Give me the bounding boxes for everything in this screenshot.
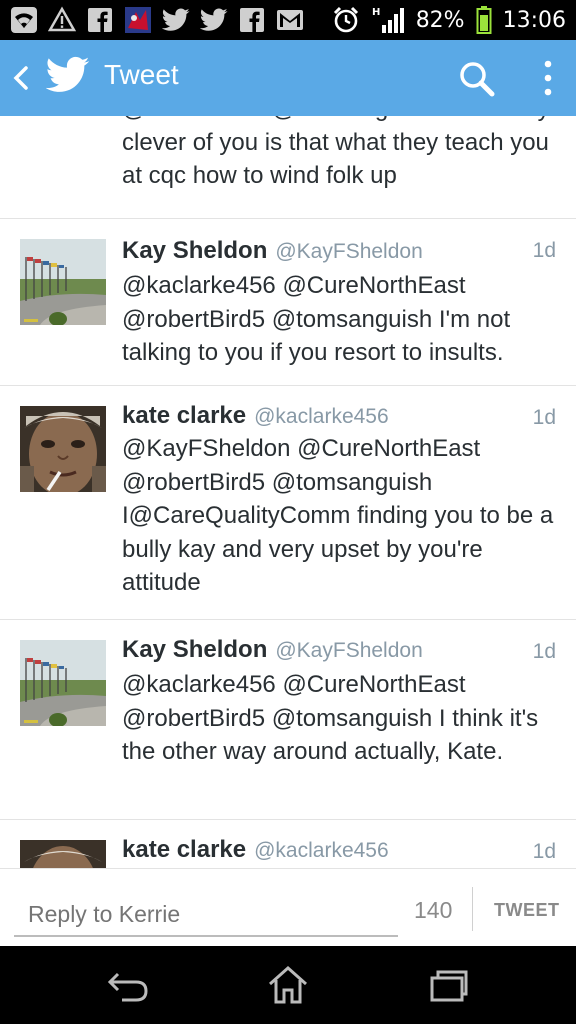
tweet-item[interactable]: Kay Sheldon @KayFSheldon 1d @kaclarke456… xyxy=(0,219,576,386)
facebook-icon xyxy=(238,6,266,34)
reply-input[interactable] xyxy=(14,893,398,937)
twitter-icon xyxy=(200,6,228,34)
system-indicators: H 82% 13:06 xyxy=(332,4,566,36)
tweet-text: @KayFSheldon @CureNorthEast @robertBird5… xyxy=(122,435,554,596)
back-chevron-icon[interactable] xyxy=(8,60,36,96)
author-handle[interactable]: @kaclarke456 xyxy=(254,405,389,429)
tweet-item[interactable]: Kay Sheldon @KayFSheldon 1d @kaclarke456… xyxy=(0,620,576,820)
twitter-icon xyxy=(162,6,190,34)
tweet-header: kate clarke @kaclarke456 xyxy=(122,836,389,864)
navigation-bar xyxy=(0,946,576,1024)
tweet-item[interactable]: kate clarke @kaclarke456 1d xyxy=(0,820,576,868)
tweet-header: Kay Sheldon @KayFSheldon xyxy=(122,636,423,664)
tweet-time: 1d xyxy=(532,640,556,663)
author-name[interactable]: Kay Sheldon xyxy=(122,237,267,265)
alarm-icon xyxy=(332,6,360,34)
author-handle[interactable]: @KayFSheldon xyxy=(275,240,422,264)
signal-icon: H xyxy=(370,6,406,34)
notification-icons xyxy=(10,4,304,36)
back-icon[interactable] xyxy=(104,964,152,1006)
reply-bar: 140 TWEET xyxy=(0,868,576,946)
author-name[interactable]: kate clarke xyxy=(122,402,246,430)
action-bar: Tweet xyxy=(0,40,576,116)
clock: 13:06 xyxy=(502,7,566,33)
recent-apps-icon[interactable] xyxy=(424,964,472,1006)
gmail-icon xyxy=(276,6,304,34)
author-handle[interactable]: @kaclarke456 xyxy=(254,839,389,863)
svg-text:H: H xyxy=(372,7,380,18)
wifi-icon xyxy=(10,6,38,34)
avatar[interactable] xyxy=(20,840,106,868)
tweet-text: @robertBird5 @tomsanguish thats realy cl… xyxy=(122,116,550,189)
twitter-bird-icon[interactable] xyxy=(45,56,90,96)
tweet-list[interactable]: @robertBird5 @tomsanguish thats realy cl… xyxy=(0,116,576,868)
tweet-time: 1d xyxy=(532,239,556,262)
battery-icon xyxy=(475,6,493,34)
home-icon[interactable] xyxy=(264,964,312,1006)
tweet-item[interactable]: @robertBird5 @tomsanguish thats realy cl… xyxy=(0,116,576,219)
avatar[interactable] xyxy=(20,239,106,325)
tweet-item[interactable]: kate clarke @kaclarke456 1d @KayFSheldon… xyxy=(0,386,576,620)
divider xyxy=(472,887,473,931)
tweet-header: Kay Sheldon @KayFSheldon xyxy=(122,237,423,265)
author-name[interactable]: Kay Sheldon xyxy=(122,636,267,664)
tweet-header: kate clarke @kaclarke456 xyxy=(122,402,389,430)
tweet-text: @kaclarke456 @CureNorthEast @robertBird5… xyxy=(122,671,539,765)
author-name[interactable]: kate clarke xyxy=(122,836,246,864)
tweet-button[interactable]: TWEET xyxy=(494,900,560,921)
author-handle[interactable]: @KayFSheldon xyxy=(275,639,422,663)
search-icon[interactable] xyxy=(458,60,496,98)
tweet-time: 1d xyxy=(532,840,556,863)
overflow-menu-icon[interactable] xyxy=(538,58,558,98)
character-count: 140 xyxy=(414,897,453,923)
tweet-time: 1d xyxy=(532,406,556,429)
status-bar: H 82% 13:06 xyxy=(0,0,576,40)
battery-percent: 82% xyxy=(415,7,465,33)
tweet-text: @kaclarke456 @CureNorthEast @robertBird5… xyxy=(122,272,511,366)
avatar[interactable] xyxy=(20,406,106,492)
avatar[interactable] xyxy=(20,640,106,726)
game-icon xyxy=(124,6,152,34)
warning-icon xyxy=(48,6,76,34)
facebook-icon xyxy=(86,6,114,34)
page-title: Tweet xyxy=(104,59,179,90)
